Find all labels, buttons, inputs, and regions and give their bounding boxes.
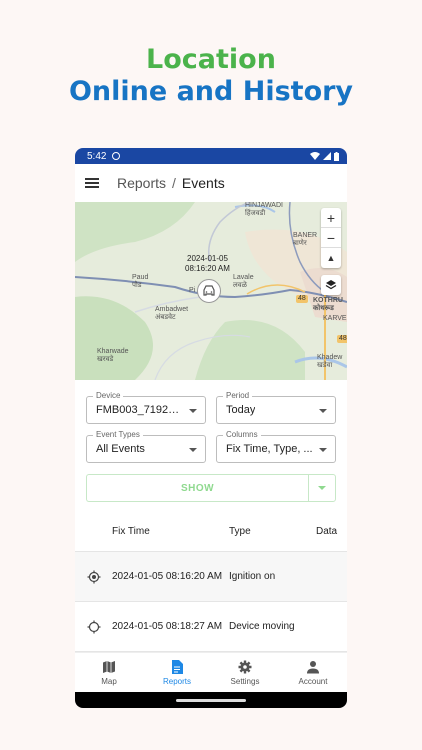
event-types-label: Event Types (93, 430, 143, 440)
nav-label-reports: Reports (162, 676, 191, 686)
map-label-pirangut: Pi (189, 287, 196, 294)
wifi-icon (310, 152, 320, 160)
device-value: FMB003_71926... (96, 404, 183, 416)
breadcrumb-reports[interactable]: Reports (117, 175, 166, 191)
show-button[interactable]: SHOW (86, 474, 308, 502)
map-label-kharwade: Kharwade (97, 348, 129, 355)
status-bar: 5:42 (75, 148, 347, 164)
vehicle-marker[interactable] (197, 279, 221, 303)
layers-icon (325, 280, 337, 290)
notification-icon (112, 152, 121, 160)
location-target-icon[interactable] (87, 570, 101, 584)
phone-screen: 5:42 Reports / Events HINJAWADI हिंजवडी … (75, 148, 347, 708)
table-header: Fix Time Type Data (75, 512, 347, 552)
nav-label-settings: Settings (230, 676, 260, 686)
map-label-hinjawadi-local: हिंजवडी (245, 210, 266, 217)
cell-type: Ignition on (229, 571, 276, 582)
map-label-lavale: Lavale (233, 274, 254, 281)
nav-label-account: Account (298, 676, 328, 686)
promo-headline: Location Online and History (0, 44, 422, 108)
map-label-ambadwet-local: अंबडवेट (155, 314, 176, 321)
chevron-down-icon (189, 448, 197, 452)
map-label-kothrud-local: कोथरूड (313, 305, 334, 312)
column-header-data[interactable]: Data (316, 526, 347, 537)
chevron-down-icon (319, 409, 327, 413)
event-types-select[interactable]: Event Types All Events (86, 430, 206, 463)
map-label-kothrud: KOTHRU (313, 297, 343, 304)
account-icon (307, 660, 319, 673)
map-label-khadew: Khadew (317, 354, 343, 361)
marker-date: 2024-01-05 (187, 254, 228, 263)
reports-icon (172, 659, 183, 674)
chevron-down-icon (189, 409, 197, 413)
car-icon (203, 285, 215, 296)
nav-item-reports[interactable]: Reports (143, 653, 211, 692)
map-label-baner-local: बाणेर (293, 240, 307, 247)
table-row[interactable]: 2024-01-05 08:16:20 AM Ignition on (75, 552, 347, 602)
marker-timestamp: 2024-01-05 08:16:20 AM (185, 254, 230, 274)
headline-line-1: Location (146, 44, 276, 75)
bottom-navigation: Map Reports Settings Account (75, 652, 347, 692)
marker-time: 08:16:20 AM (185, 264, 230, 273)
map-label-baner: BANER (293, 232, 318, 239)
compass-button[interactable]: ▲ (321, 248, 341, 268)
zoom-in-button[interactable]: + (321, 208, 341, 228)
map-label-kharwade-local: खरवडे (97, 356, 114, 363)
layers-button[interactable] (321, 275, 341, 295)
map-label-paud: Paud (132, 274, 149, 281)
column-header-type[interactable]: Type (229, 526, 316, 537)
signal-icon (323, 152, 331, 160)
map-label-khadew-local: खडेवा (317, 362, 333, 369)
period-value: Today (226, 404, 256, 416)
gesture-bar (75, 692, 347, 708)
home-indicator[interactable] (176, 698, 246, 702)
zoom-out-button[interactable]: − (321, 228, 341, 248)
cell-fix-time: 2024-01-05 08:18:27 AM (112, 621, 223, 632)
columns-select[interactable]: Columns Fix Time, Type, ... (216, 430, 336, 463)
road-shield-48-south: 48 (337, 335, 347, 343)
map-view[interactable]: HINJAWADI हिंजवडी BANER बाणेर Paud पौड P… (75, 202, 347, 380)
show-options-button[interactable] (308, 474, 336, 502)
breadcrumb-events: Events (181, 175, 225, 191)
map-label-karve: KARVE (323, 315, 347, 322)
map-label-hinjawadi: HINJAWADI (245, 202, 283, 209)
device-select[interactable]: Device FMB003_71926... (86, 391, 206, 424)
period-select[interactable]: Period Today (216, 391, 336, 424)
location-target-icon[interactable] (87, 620, 101, 634)
battery-icon (334, 151, 339, 161)
map-label-lavale-local: लवळे (233, 282, 247, 289)
show-button-group: SHOW (86, 474, 336, 502)
cell-type: Device moving (229, 621, 295, 632)
table-row[interactable]: 2024-01-05 08:18:27 AM Device moving (75, 602, 347, 652)
breadcrumb-separator: / (172, 175, 176, 191)
columns-value: Fix Time, Type, ... (226, 443, 313, 455)
nav-item-settings[interactable]: Settings (211, 653, 279, 692)
menu-icon[interactable] (85, 178, 99, 188)
event-types-value: All Events (96, 443, 145, 455)
report-filter-form: Device FMB003_71926... Period Today Even… (75, 380, 347, 502)
chevron-down-icon (319, 448, 327, 452)
chevron-down-icon (318, 486, 326, 490)
map-icon (103, 660, 115, 673)
status-time: 5:42 (87, 150, 107, 162)
cell-fix-time: 2024-01-05 08:16:20 AM (112, 571, 223, 582)
column-header-fix-time[interactable]: Fix Time (112, 526, 229, 537)
status-icons (310, 151, 339, 161)
headline-line-2: Online and History (68, 76, 354, 107)
map-label-ambadwet: Ambadwet (155, 306, 189, 313)
map-label-paud-local: पौड (132, 282, 142, 289)
events-table: Fix Time Type Data 2024-01-05 08:16:20 A… (75, 512, 347, 652)
columns-label: Columns (223, 430, 261, 440)
app-bar: Reports / Events (75, 164, 347, 202)
gear-icon (238, 660, 252, 673)
period-label: Period (223, 391, 253, 401)
breadcrumb: Reports / Events (117, 175, 225, 191)
map-zoom-controls: + − ▲ (321, 208, 341, 268)
nav-label-map: Map (101, 676, 117, 686)
nav-item-map[interactable]: Map (75, 653, 143, 692)
nav-item-account[interactable]: Account (279, 653, 347, 692)
road-shield-48: 48 (296, 295, 308, 303)
device-label: Device (93, 391, 124, 401)
